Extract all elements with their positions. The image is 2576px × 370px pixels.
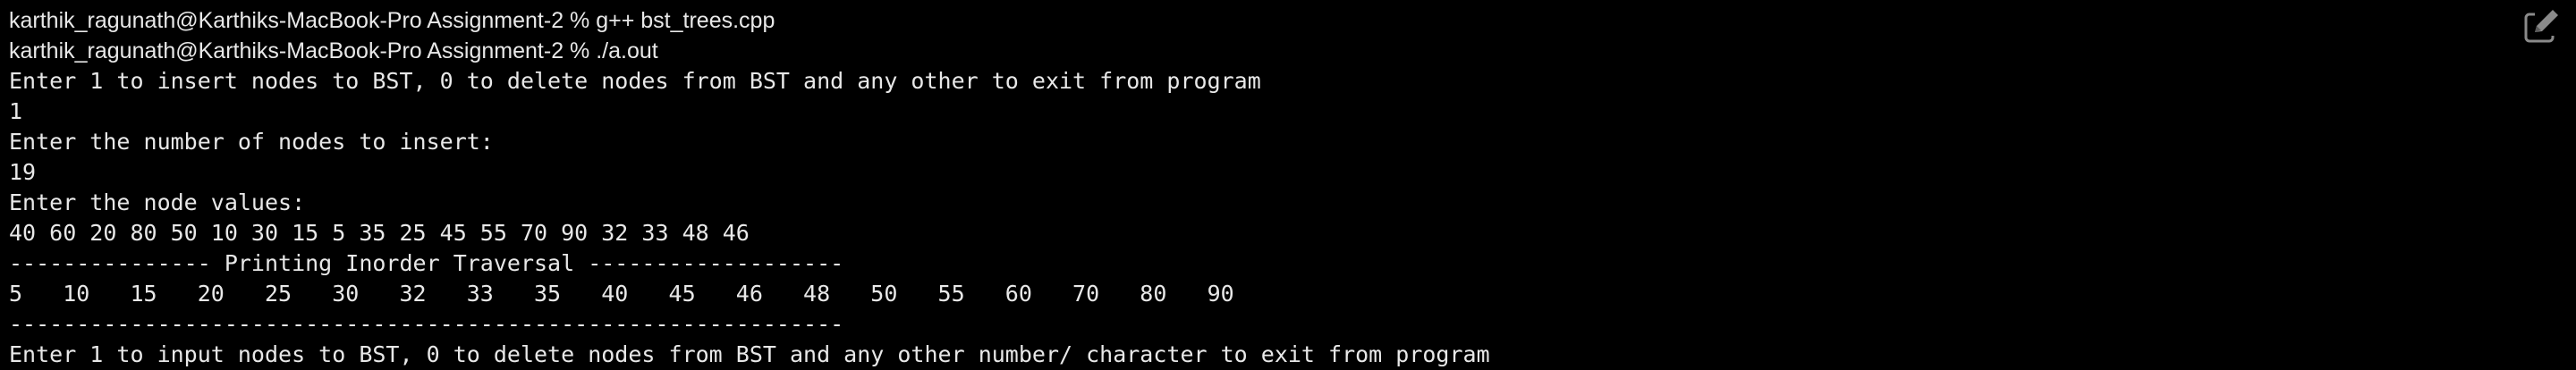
edit-button[interactable]: [2522, 7, 2562, 46]
terminal-line-values: 40 60 20 80 50 10 30 15 5 35 25 45 55 70…: [9, 220, 750, 246]
terminal-line-count-prompt: Enter the number of nodes to insert:: [9, 129, 494, 155]
terminal-window[interactable]: karthik_ragunath@Karthiks-MacBook-Pro As…: [0, 0, 2576, 370]
terminal-line-menu: Enter 1 to insert nodes to BST, 0 to del…: [9, 68, 1261, 94]
terminal-line-values-prompt: Enter the node values:: [9, 189, 306, 215]
terminal-line-count: 19: [9, 159, 37, 185]
terminal-line-choice: 1: [9, 98, 23, 124]
terminal-line-divider: ----------------------------------------…: [9, 311, 844, 337]
terminal-line-prompt-run: karthik_ragunath@Karthiks-MacBook-Pro As…: [9, 38, 658, 63]
terminal-line-traversal-header: --------------- Printing Inorder Travers…: [9, 250, 844, 276]
terminal-line-prompt-compile: karthik_ragunath@Karthiks-MacBook-Pro As…: [9, 8, 775, 33]
terminal-line-menu-repeat: Enter 1 to input nodes to BST, 0 to dele…: [9, 341, 1490, 367]
terminal-line-traversal-output: 5 10 15 20 25 30 32 33 35 40 45 46 48 50…: [9, 281, 1234, 307]
edit-icon: [2524, 9, 2562, 43]
